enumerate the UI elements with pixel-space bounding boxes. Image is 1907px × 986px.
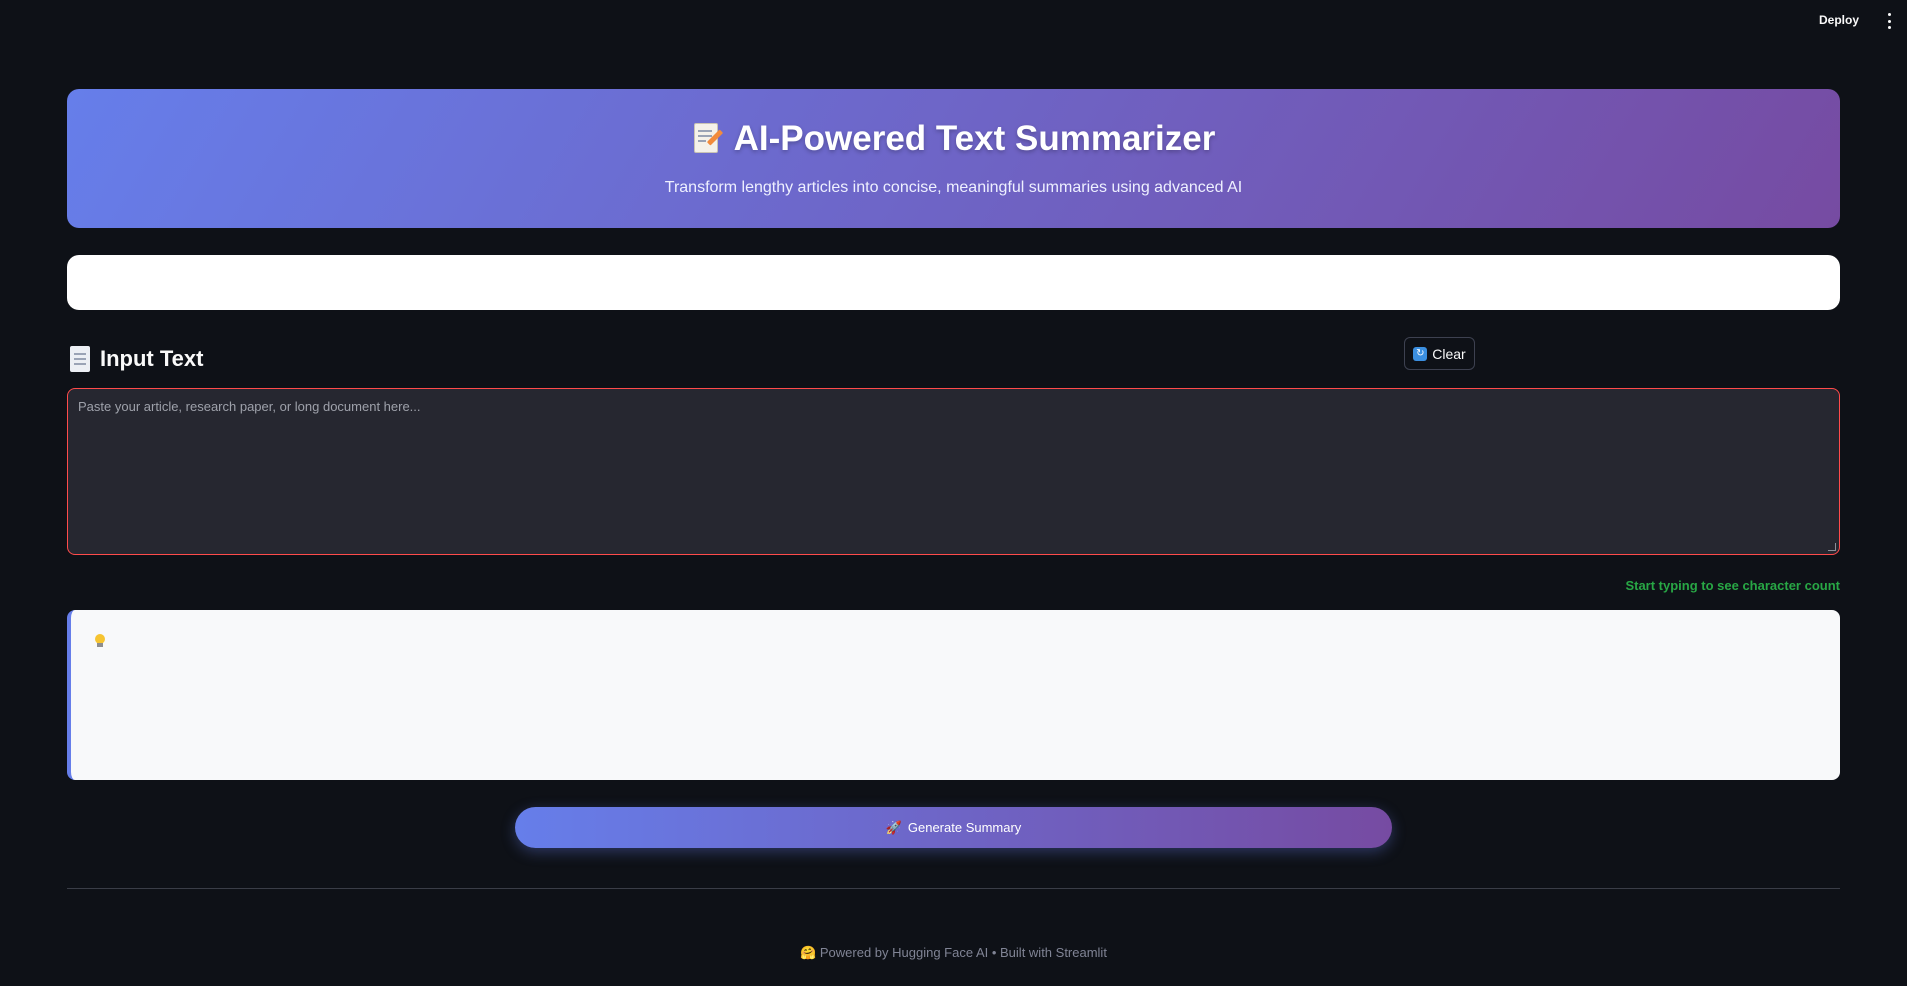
hero-title: AI-Powered Text Summarizer xyxy=(67,119,1840,159)
character-count-status: Start typing to see character count xyxy=(1625,578,1840,593)
footer-credits: 🤗 Powered by Hugging Face AI • Built wit… xyxy=(800,945,1107,960)
clear-button-label: Clear xyxy=(1432,345,1466,362)
lightbulb-icon xyxy=(95,634,105,648)
rocket-icon: 🚀 xyxy=(885,819,902,835)
input-textarea-container xyxy=(67,388,1840,555)
tip-box xyxy=(67,610,1840,780)
kebab-menu-icon[interactable] xyxy=(1881,11,1897,31)
hero-banner: AI-Powered Text Summarizer Transform len… xyxy=(67,89,1840,228)
memo-icon xyxy=(692,121,723,157)
generate-summary-button[interactable]: 🚀 Generate Summary xyxy=(515,807,1392,848)
input-text-heading-label: Input Text xyxy=(100,346,204,371)
top-toolbar: Deploy xyxy=(0,0,1907,42)
resize-handle[interactable] xyxy=(1828,543,1836,551)
hero-title-text: AI-Powered Text Summarizer xyxy=(733,119,1216,158)
clear-button[interactable]: ↻ Clear xyxy=(1404,337,1475,370)
input-text-heading: Input Text xyxy=(70,346,203,372)
refresh-icon: ↻ xyxy=(1413,346,1428,361)
page-icon xyxy=(70,346,90,372)
info-bar xyxy=(67,255,1840,310)
divider xyxy=(67,888,1840,889)
deploy-button[interactable]: Deploy xyxy=(1819,13,1859,27)
hero-subtitle: Transform lengthy articles into concise,… xyxy=(664,179,1243,196)
generate-summary-label: Generate Summary xyxy=(907,820,1022,835)
article-text-input[interactable] xyxy=(68,389,1839,554)
